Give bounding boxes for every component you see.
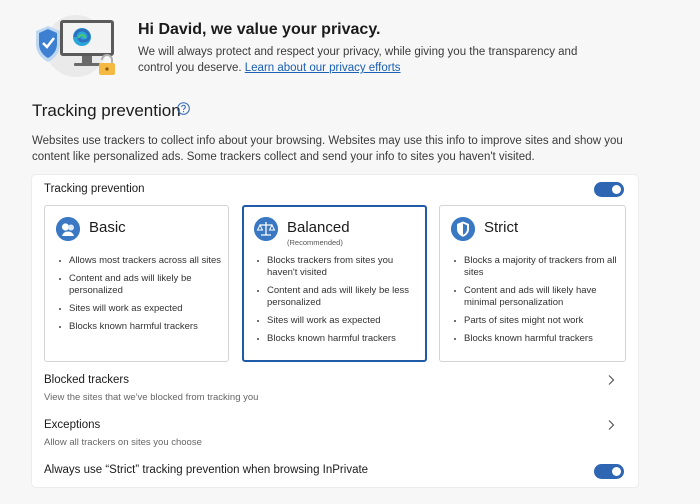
chevron-right-icon[interactable] [606,374,616,386]
list-item: Blocks known harmful trackers [57,321,223,333]
option-title: Strict [484,219,519,236]
list-item: Sites will work as expected [255,315,421,327]
shield-icon [451,217,475,241]
tracking-description: Websites use trackers to collect info ab… [32,135,623,163]
list-item: Content and ads will likely be less pers… [255,285,421,309]
list-item: Blocks a majority of trackers from all s… [452,255,618,279]
option-bullets: Blocks a majority of trackers from all s… [452,255,618,351]
exceptions-description: Allow all trackers on sites you choose [44,437,202,448]
list-item: Blocks known harmful trackers [452,333,618,345]
privacy-illustration [36,15,115,77]
option-title: Basic [89,219,126,236]
option-bullets: Allows most trackers across all sites Co… [57,255,223,339]
option-subtitle: (Recommended) [287,238,343,247]
option-strict[interactable]: Strict Blocks a majority of trackers fro… [439,205,626,362]
option-basic[interactable]: Basic Allows most trackers across all si… [44,205,229,362]
list-item: Blocks trackers from sites you haven't v… [255,255,421,279]
privacy-efforts-link[interactable]: Learn about our privacy efforts [245,62,401,74]
basic-icon [56,217,80,241]
inprivate-strict-label: Always use “Strict” tracking prevention … [44,464,369,476]
list-item: Sites will work as expected [57,303,223,315]
blocked-trackers-description: View the sites that we've blocked from t… [44,392,259,403]
question-circle-icon[interactable] [177,102,190,115]
option-balanced[interactable]: Balanced (Recommended) Blocks trackers f… [242,205,427,362]
inprivate-strict-toggle[interactable] [594,464,624,479]
option-bullets: Blocks trackers from sites you haven't v… [255,255,421,351]
privacy-greeting: Hi David, we value your privacy. [138,21,381,38]
list-item: Content and ads will likely have minimal… [452,285,618,309]
tracking-toggle-label: Tracking prevention [44,183,145,195]
list-item: Content and ads will likely be personali… [57,273,223,297]
tracking-prevention-toggle[interactable] [594,182,624,197]
scales-icon [254,217,278,241]
toggle-knob [612,467,621,476]
list-item: Blocks known harmful trackers [255,333,421,345]
privacy-hero: Hi David, we value your privacy. We will… [28,14,688,84]
privacy-intro: We will always protect and respect your … [138,44,578,76]
list-item: Parts of sites might not work [452,315,618,327]
list-item: Allows most trackers across all sites [57,255,223,267]
option-title: Balanced [287,219,350,236]
exceptions-link[interactable]: Exceptions [44,419,100,431]
tracking-prevention-card: Tracking prevention Basic Allows most tr… [32,175,638,487]
blocked-trackers-link[interactable]: Blocked trackers [44,374,129,386]
chevron-right-icon[interactable] [606,419,616,431]
toggle-knob [612,185,621,194]
tracking-prevention-heading: Tracking prevention [32,101,181,120]
